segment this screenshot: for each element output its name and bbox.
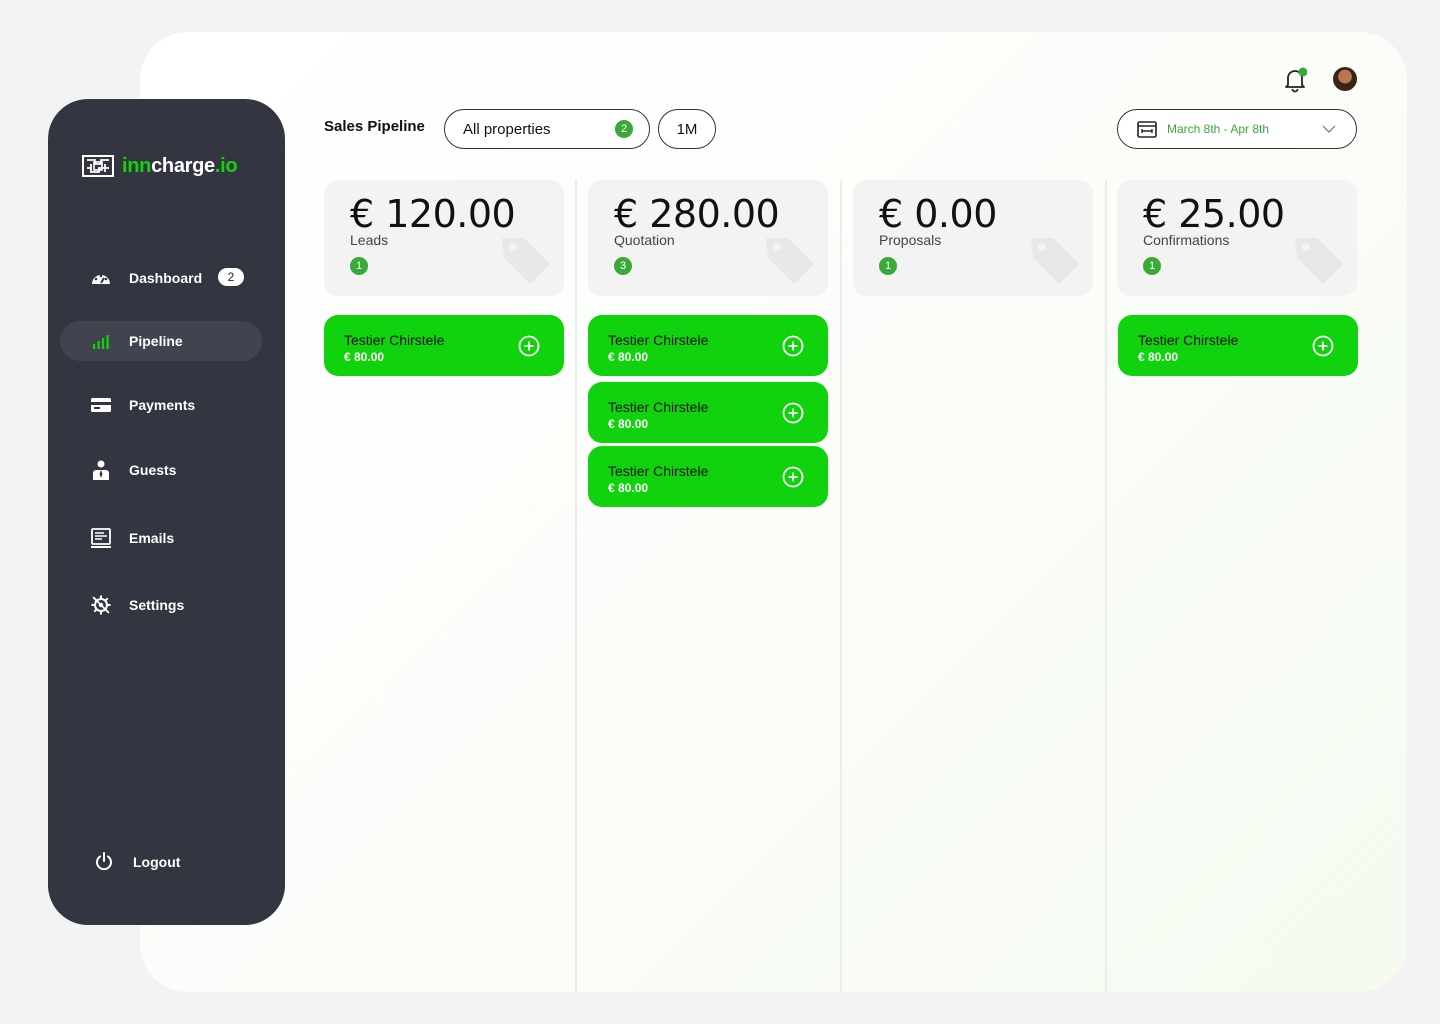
date-range-picker[interactable]: March 8th - Apr 8th [1117, 109, 1357, 149]
plus-circle-icon[interactable] [782, 466, 804, 488]
sidebar-item-pipeline[interactable]: Pipeline [60, 321, 262, 361]
page-title: Sales Pipeline [324, 118, 425, 135]
sidebar-item-label: Settings [129, 597, 185, 613]
dashboard-gauge-icon [92, 274, 110, 284]
date-range-text: March 8th - Apr 8th [1167, 122, 1270, 136]
price-tag-icon [502, 238, 550, 284]
stage-card-leads[interactable]: € 120.00 Leads 1 [324, 180, 564, 296]
sidebar-item-label: Emails [129, 530, 175, 546]
main-panel [140, 32, 1407, 992]
deal-card[interactable]: Testier Chirstele € 80.00 [588, 446, 828, 507]
deal-card[interactable]: Testier Chirstele € 80.00 [1118, 315, 1358, 376]
column-divider [575, 180, 577, 992]
sidebar-item-label: Guests [129, 462, 177, 478]
document-icon [91, 528, 111, 548]
sidebar-item-label: Dashboard [129, 270, 203, 286]
sidebar-item-emails[interactable]: Emails [60, 518, 262, 558]
stage-amount: € 25.00 [1143, 192, 1285, 236]
chevron-down-icon [1322, 125, 1336, 133]
stage-amount: € 120.00 [350, 192, 516, 236]
deal-card[interactable]: Testier Chirstele € 80.00 [324, 315, 564, 376]
deal-name: Testier Chirstele [608, 463, 709, 479]
plus-circle-icon[interactable] [782, 402, 804, 424]
sidebar-item-label: Payments [129, 397, 196, 413]
sidebar-item-settings[interactable]: Settings [60, 585, 262, 625]
deal-value: € 80.00 [344, 350, 385, 364]
stage-label: Confirmations [1143, 232, 1230, 248]
plus-circle-icon[interactable] [1312, 335, 1334, 357]
plus-circle-icon[interactable] [782, 335, 804, 357]
logout-label: Logout [133, 854, 181, 870]
stage-count-badge: 3 [614, 257, 632, 275]
property-count-badge: 2 [615, 120, 633, 138]
stage-count-badge: 1 [879, 257, 897, 275]
user-avatar[interactable] [1333, 67, 1357, 91]
sidebar-item-label: Pipeline [129, 333, 183, 349]
sidebar-item-dashboard[interactable]: Dashboard 2 [60, 258, 262, 298]
sidebar: inncharge.io Dashboard 2 Pipeline Paymen… [48, 99, 285, 925]
stage-card-proposals[interactable]: € 0.00 Proposals 1 [853, 180, 1093, 296]
signal-bars-icon [93, 335, 109, 349]
logo-text: inncharge.io [122, 154, 238, 178]
deal-value: € 80.00 [608, 350, 649, 364]
deal-card[interactable]: Testier Chirstele € 80.00 [588, 382, 828, 443]
column-divider [840, 180, 842, 992]
deal-value: € 80.00 [1138, 350, 1179, 364]
logo-text-io: .io [214, 154, 238, 177]
gear-icon [91, 595, 111, 615]
logo-icon [82, 155, 114, 177]
credit-card-icon [91, 398, 111, 412]
period-button[interactable]: 1M [658, 109, 716, 149]
calendar-icon [1137, 121, 1157, 138]
deal-name: Testier Chirstele [608, 399, 709, 415]
deal-card[interactable]: Testier Chirstele € 80.00 [588, 315, 828, 376]
deal-value: € 80.00 [608, 481, 649, 495]
period-label: 1M [676, 120, 698, 138]
deal-value: € 80.00 [608, 417, 649, 431]
deal-name: Testier Chirstele [1138, 332, 1239, 348]
stage-label: Leads [350, 232, 389, 248]
stage-count-badge: 1 [350, 257, 368, 275]
deal-name: Testier Chirstele [608, 332, 709, 348]
logo-text-charge: charge [151, 154, 215, 177]
stage-count-badge: 1 [1143, 257, 1161, 275]
property-filter-label: All properties [463, 120, 551, 138]
logout-button[interactable]: Logout [60, 842, 262, 882]
stage-card-quotation[interactable]: € 280.00 Quotation 3 [588, 180, 828, 296]
stage-amount: € 0.00 [879, 192, 997, 236]
plus-circle-icon[interactable] [518, 335, 540, 357]
price-tag-icon [766, 238, 814, 284]
stage-label: Proposals [879, 232, 942, 248]
price-tag-icon [1295, 238, 1343, 284]
stage-label: Quotation [614, 232, 675, 248]
person-icon [93, 460, 109, 480]
stage-amount: € 280.00 [614, 192, 780, 236]
price-tag-icon [1031, 238, 1079, 284]
brand-logo[interactable]: inncharge.io [82, 153, 238, 179]
notification-bell-icon[interactable] [1283, 67, 1307, 93]
deal-name: Testier Chirstele [344, 332, 445, 348]
sidebar-item-payments[interactable]: Payments [60, 385, 262, 425]
sidebar-item-guests[interactable]: Guests [60, 450, 262, 490]
logo-text-inn: inn [122, 154, 152, 177]
stage-card-confirmations[interactable]: € 25.00 Confirmations 1 [1117, 180, 1357, 296]
dashboard-count-badge: 2 [218, 268, 244, 286]
property-filter-dropdown[interactable]: All properties 2 [444, 109, 650, 149]
power-icon [96, 852, 112, 871]
column-divider [1105, 180, 1107, 992]
